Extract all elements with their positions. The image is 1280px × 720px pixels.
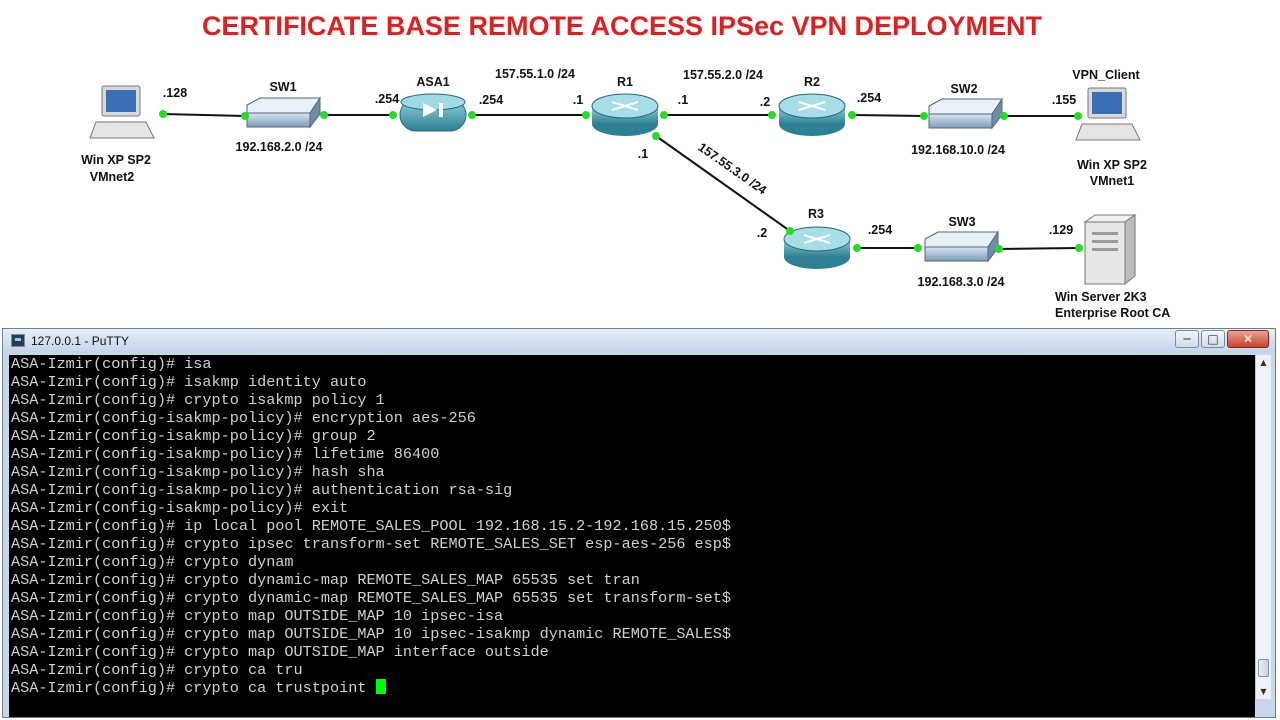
- terminal-line: ASA-Izmir(config-isakmp-policy)# encrypt…: [11, 409, 476, 427]
- left-pc-os: Win XP SP2: [81, 153, 151, 167]
- port-asa-in: .254: [375, 92, 399, 106]
- terminal-line: ASA-Izmir(config)# crypto map OUTSIDE_MA…: [11, 607, 504, 625]
- terminal-line: ASA-Izmir(config)# crypto ipsec transfor…: [11, 535, 732, 553]
- terminal-line: ASA-Izmir(config-isakmp-policy)# lifetim…: [11, 445, 440, 463]
- sw2-icon: [928, 97, 1003, 130]
- label-r2: R2: [804, 75, 820, 89]
- diagram-title: CERTIFICATE BASE REMOTE ACCESS IPSec VPN…: [202, 11, 1043, 41]
- server-role: Enterprise Root CA: [1055, 306, 1170, 320]
- scrollbar-thumb[interactable]: [1258, 659, 1269, 677]
- vertical-scrollbar[interactable]: ▲ ▼: [1255, 355, 1271, 699]
- link-r1-r3: [655, 135, 791, 232]
- r3-icon: [783, 226, 851, 269]
- port-server: .129: [1049, 223, 1073, 237]
- right-pc-os: Win XP SP2: [1077, 158, 1147, 172]
- terminal-line: ASA-Izmir(config)# crypto isakmp policy …: [11, 391, 385, 409]
- label-vpn-client: VPN_Client: [1072, 68, 1140, 82]
- net-asa-r1: 157.55.1.0 /24: [495, 67, 575, 81]
- putty-icon[interactable]: [11, 334, 25, 347]
- terminal-current-text: ASA-Izmir(config)# crypto ca trustpoint: [11, 679, 376, 697]
- r1-icon: [591, 93, 659, 136]
- terminal-line: ASA-Izmir(config)# ip local pool REMOTE_…: [11, 517, 732, 535]
- port-pc-left: .128: [163, 86, 187, 100]
- link-pc-sw1: [162, 113, 246, 117]
- terminal-line: ASA-Izmir(config)# isakmp identity auto: [11, 373, 367, 391]
- label-sw1: SW1: [269, 80, 296, 94]
- putty-window: 127.0.0.1 - PuTTY ─ □ ✕ ASA-Izmir(config…: [2, 328, 1276, 718]
- terminal-line: ASA-Izmir(config)# crypto dynamic-map RE…: [11, 571, 640, 589]
- port-r2-e: .254: [857, 91, 881, 105]
- terminal-current-line[interactable]: ASA-Izmir(config)# crypto ca trustpoint: [9, 679, 1255, 697]
- terminal-line: ASA-Izmir(config-isakmp-policy)# hash sh…: [11, 463, 385, 481]
- window-title: 127.0.0.1 - PuTTY: [31, 334, 130, 348]
- terminal-line: ASA-Izmir(config-isakmp-policy)# group 2: [11, 427, 376, 445]
- text-cursor: [375, 679, 386, 694]
- port-r3-n: .2: [757, 226, 767, 240]
- minimize-button[interactable]: ─: [1175, 330, 1199, 348]
- terminal-line: ASA-Izmir(config)# crypto map OUTSIDE_MA…: [11, 625, 732, 643]
- topology-diagram: CERTIFICATE BASE REMOTE ACCESS IPSec VPN…: [0, 0, 1280, 330]
- label-r1: R1: [617, 75, 633, 89]
- port-r1-s: .1: [638, 147, 648, 161]
- net-lan-r3: 192.168.3.0 /24: [918, 275, 1005, 289]
- label-r3: R3: [808, 207, 824, 221]
- net-r1-r2: 157.55.2.0 /24: [683, 68, 763, 82]
- pc-right-icon: [1075, 87, 1141, 141]
- label-sw2: SW2: [950, 82, 977, 96]
- terminal-line: ASA-Izmir(config-isakmp-policy)# exit: [11, 499, 349, 517]
- terminal-line: ASA-Izmir(config)# crypto map OUTSIDE_MA…: [11, 643, 549, 661]
- scroll-up-arrow[interactable]: ▲: [1256, 355, 1271, 370]
- topology-svg: CERTIFICATE BASE REMOTE ACCESS IPSec VPN…: [81, 11, 1170, 320]
- terminal-output[interactable]: ASA-Izmir(config)# isa ASA-Izmir(config)…: [9, 355, 1255, 717]
- label-sw3: SW3: [948, 215, 975, 229]
- port-asa-out: .254: [479, 93, 503, 107]
- port-r2-w: .2: [760, 95, 770, 109]
- pc-left-icon: [89, 85, 155, 139]
- terminal-line: ASA-Izmir(config)# isa: [11, 355, 212, 373]
- left-pc-vmnet: VMnet2: [90, 170, 135, 184]
- link-sw3-server: [998, 247, 1080, 250]
- terminal-line: ASA-Izmir(config)# crypto dynamic-map RE…: [11, 589, 732, 607]
- maximize-button[interactable]: □: [1201, 330, 1225, 348]
- net-r1-r3: 157.55.3.0 /24: [696, 140, 770, 197]
- window-titlebar[interactable]: 127.0.0.1 - PuTTY ─ □ ✕: [3, 329, 1275, 353]
- server-icon: [1083, 214, 1137, 286]
- net-lan-r2: 192.168.10.0 /24: [911, 143, 1005, 157]
- label-asa1: ASA1: [416, 75, 449, 89]
- right-pc-vmnet: VMnet1: [1090, 174, 1135, 188]
- port-vpn-client: .155: [1052, 93, 1076, 107]
- port-r1-e: .1: [678, 93, 688, 107]
- sw1-icon: [246, 96, 321, 129]
- port-r3-e: .254: [868, 223, 892, 237]
- port-r1-w: .1: [573, 93, 583, 107]
- sw3-icon: [924, 230, 999, 263]
- terminal-line: ASA-Izmir(config-isakmp-policy)# authent…: [11, 481, 513, 499]
- scroll-down-arrow[interactable]: ▼: [1256, 684, 1271, 699]
- net-lan-left: 192.168.2.0 /24: [236, 140, 323, 154]
- link-r2-sw2: [851, 114, 925, 117]
- server-os: Win Server 2K3: [1055, 290, 1147, 304]
- close-button[interactable]: ✕: [1227, 330, 1269, 348]
- terminal-line: ASA-Izmir(config)# crypto ca tru: [11, 661, 303, 679]
- r2-icon: [778, 93, 846, 136]
- asa1-icon: [399, 93, 467, 132]
- terminal-line: ASA-Izmir(config)# crypto dynam: [11, 553, 294, 571]
